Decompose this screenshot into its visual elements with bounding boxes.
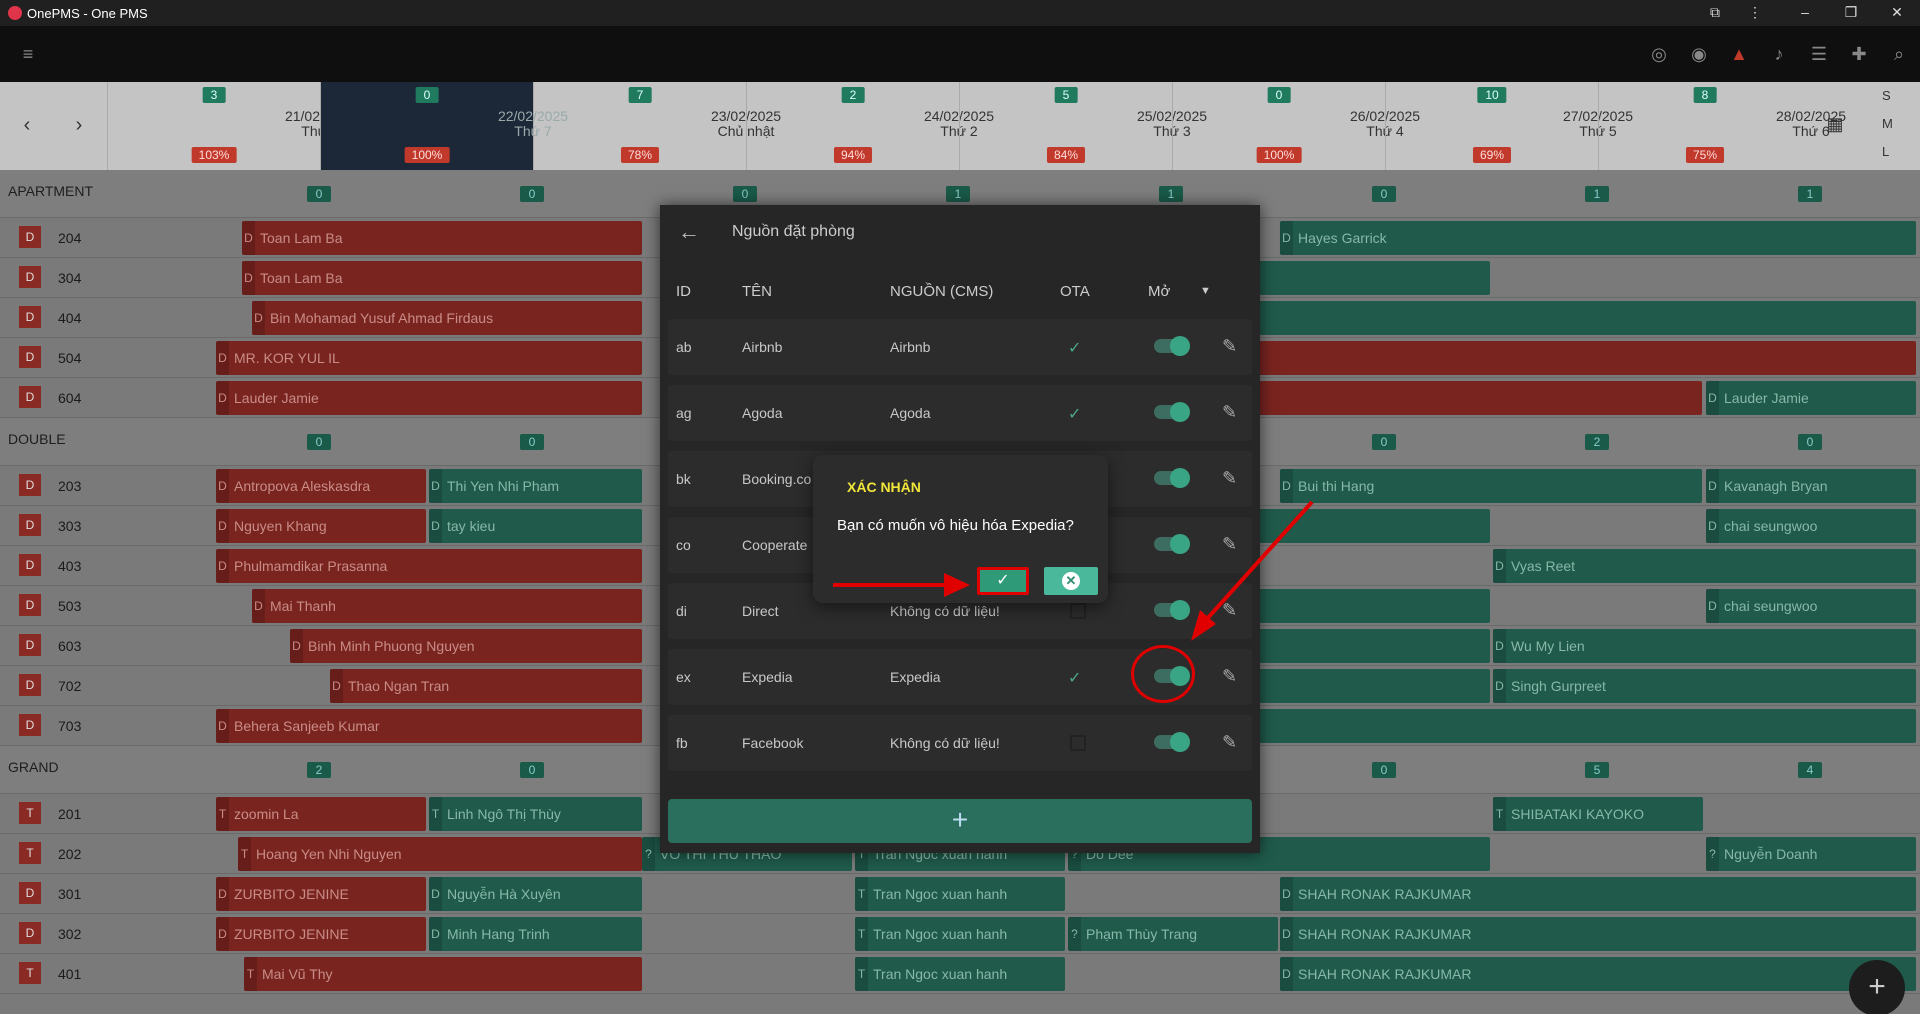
floating-add-button[interactable]: +	[1849, 960, 1905, 1014]
arrow-to-toggle	[1204, 500, 1314, 622]
annotation-arrows	[833, 500, 1314, 641]
arrow-to-ok-head	[944, 573, 970, 597]
app-root: OnePMS - One PMS ⧉ ⋮ – ❐ ✕ ≡ ◎ ◉ ▲ ♪ ☰ ✚…	[0, 0, 1920, 1014]
